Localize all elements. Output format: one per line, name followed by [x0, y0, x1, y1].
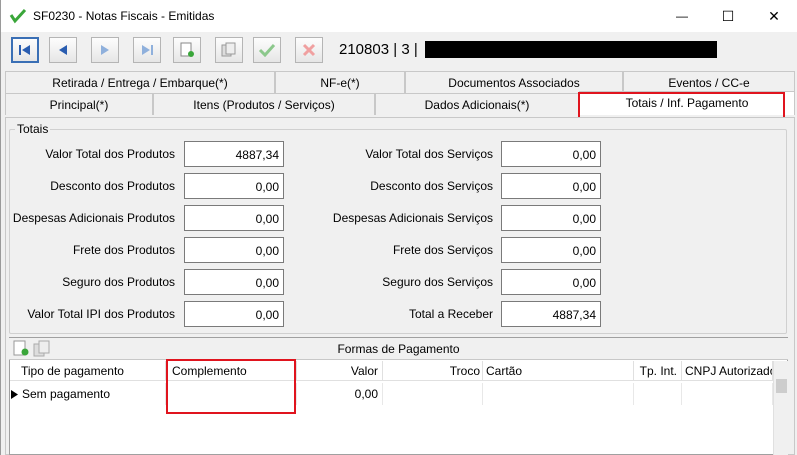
minimize-button[interactable]: —	[659, 0, 705, 32]
field-frete-servicos[interactable]: 0,00	[501, 237, 601, 263]
previous-record-icon	[59, 45, 67, 55]
label-despesas-servicos: Despesas Adicionais Serviços	[332, 211, 493, 225]
field-ipi-produtos[interactable]: 0,00	[184, 301, 284, 327]
field-seguro-servicos[interactable]: 0,00	[501, 269, 601, 295]
record-identifier: 210803 | 3 |	[339, 41, 418, 58]
label-valor-total-produtos: Valor Total dos Produtos	[45, 147, 175, 161]
field-desconto-servicos[interactable]: 0,00	[501, 173, 601, 199]
minimize-icon: —	[676, 9, 688, 23]
first-record-button[interactable]	[11, 37, 39, 63]
column-header-valor[interactable]: Valor	[297, 361, 383, 381]
record-number: 210803	[339, 41, 390, 58]
close-icon: ✕	[768, 7, 780, 24]
main-window: SF0230 - Notas Fiscais - Emitidas — ☐ ✕	[0, 0, 797, 455]
payment-grid-title: Formas de Pagamento	[337, 342, 460, 356]
cell-valor[interactable]: 0,00	[297, 383, 383, 405]
tab-eventos-cce[interactable]: Eventos / CC-e	[623, 71, 795, 93]
window-title: SF0230 - Notas Fiscais - Emitidas	[33, 9, 215, 23]
vertical-scrollbar[interactable]	[773, 361, 788, 455]
copy-icon	[221, 42, 236, 57]
field-despesas-servicos[interactable]: 0,00	[501, 205, 601, 231]
cancel-button[interactable]	[295, 37, 323, 63]
label-valor-total-servicos: Valor Total dos Serviços	[365, 147, 493, 161]
record-separator: |	[393, 41, 398, 58]
last-record-button[interactable]	[133, 37, 161, 63]
label-total-receber: Total a Receber	[408, 307, 493, 321]
payment-grid-toolbar: Formas de Pagamento	[9, 338, 788, 360]
maximize-button[interactable]: ☐	[705, 0, 751, 32]
field-seguro-produtos[interactable]: 0,00	[184, 269, 284, 295]
cell-cartao[interactable]	[483, 383, 634, 405]
label-despesas-produtos: Despesas Adicionais Produtos	[12, 211, 175, 225]
cancel-x-icon	[302, 43, 316, 57]
title-bar: SF0230 - Notas Fiscais - Emitidas — ☐ ✕	[1, 0, 797, 32]
checkmark-app-icon	[9, 8, 27, 24]
tab-nfe[interactable]: NF-e(*)	[275, 71, 405, 93]
maximize-icon: ☐	[721, 7, 735, 24]
row-pointer-icon	[11, 390, 18, 399]
cell-tipo[interactable]: Sem pagamento	[20, 383, 166, 405]
cell-cnpj[interactable]	[682, 383, 773, 405]
record-separator-2: |	[413, 41, 418, 58]
tab-retirada-entrega[interactable]: Retirada / Entrega / Embarque(*)	[5, 71, 275, 93]
label-seguro-servicos: Seguro dos Serviços	[382, 275, 493, 289]
first-record-icon	[19, 45, 30, 55]
scrollbar-thumb[interactable]	[776, 379, 787, 393]
new-record-button[interactable]	[173, 37, 201, 63]
label-ipi-produtos: Valor Total IPI dos Produtos	[27, 307, 175, 321]
next-record-button[interactable]	[91, 37, 119, 63]
new-document-icon	[180, 42, 194, 57]
label-seguro-produtos: Seguro dos Produtos	[62, 275, 175, 289]
column-header-tp-int[interactable]: Tp. Int.	[634, 361, 682, 381]
tab-principal[interactable]: Principal(*)	[5, 93, 153, 115]
field-valor-total-servicos[interactable]: 0,00	[501, 141, 601, 167]
next-record-icon	[101, 45, 109, 55]
label-desconto-servicos: Desconto dos Serviços	[370, 179, 493, 193]
tab-documentos-associados[interactable]: Documentos Associados	[405, 71, 623, 93]
column-header-cartao[interactable]: Cartão	[483, 361, 634, 381]
field-valor-total-produtos[interactable]: 4887,34	[184, 141, 284, 167]
field-frete-produtos[interactable]: 0,00	[184, 237, 284, 263]
highlight-box-complemento	[166, 359, 296, 414]
label-frete-produtos: Frete dos Produtos	[72, 243, 175, 257]
confirm-button[interactable]	[253, 37, 281, 63]
cell-tp-int[interactable]	[634, 383, 682, 405]
column-header-tipo[interactable]: Tipo de pagamento	[10, 361, 166, 381]
redacted-block	[425, 41, 717, 58]
column-header-troco[interactable]: Troco	[383, 361, 483, 381]
field-desconto-produtos[interactable]: 0,00	[184, 173, 284, 199]
field-total-receber[interactable]: 4887,34	[501, 301, 601, 327]
close-button[interactable]: ✕	[751, 0, 797, 32]
label-frete-servicos: Frete dos Serviços	[392, 243, 493, 257]
last-record-icon	[142, 45, 153, 55]
copy-record-button[interactable]	[215, 37, 243, 63]
label-desconto-produtos: Desconto dos Produtos	[50, 179, 175, 193]
column-header-cnpj[interactable]: CNPJ Autorizador	[682, 361, 773, 381]
totais-group-label: Totais	[15, 122, 51, 136]
field-despesas-produtos[interactable]: 0,00	[184, 205, 284, 231]
tab-itens[interactable]: Itens (Produtos / Serviços)	[153, 93, 375, 115]
check-icon	[258, 43, 276, 57]
cell-troco[interactable]	[383, 383, 483, 405]
tab-dados-adicionais[interactable]: Dados Adicionais(*)	[375, 93, 579, 115]
toolbar: 210803 | 3 |	[1, 32, 797, 69]
record-series: 3	[401, 41, 410, 58]
previous-record-button[interactable]	[49, 37, 77, 63]
